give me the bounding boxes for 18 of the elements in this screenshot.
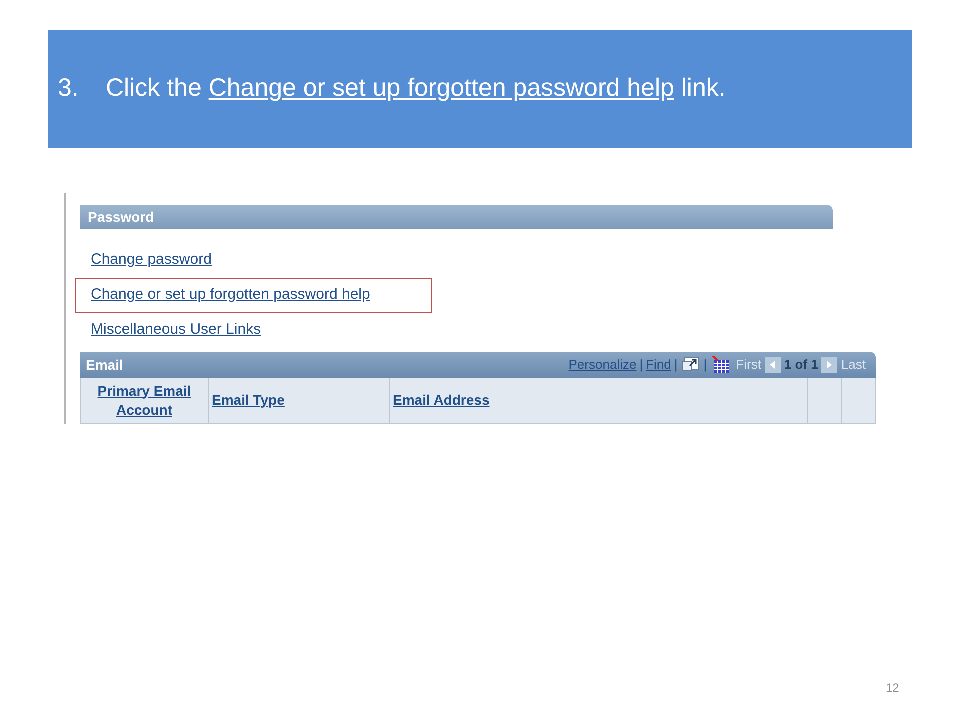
row-counter: 1 of 1 <box>784 356 818 374</box>
new-window-icon[interactable] <box>682 357 700 373</box>
separator: | <box>674 356 678 374</box>
nav-label: First <box>736 356 762 374</box>
separator: | <box>640 356 644 374</box>
column-header[interactable]: Email Type <box>212 391 285 410</box>
nav-label: Last <box>841 356 866 374</box>
separator: | <box>704 356 708 374</box>
step-number: 3. <box>58 73 80 104</box>
grid-icon[interactable] <box>712 356 730 374</box>
step-text: Click the Change or set up forgotten password help link. <box>106 73 726 104</box>
column-header[interactable]: Primary Email Account <box>81 382 208 420</box>
grid-title: Email <box>86 356 124 374</box>
section-header: Password <box>80 205 833 229</box>
password-link[interactable]: Miscellaneous User Links <box>91 319 262 342</box>
page-number: 12 <box>886 680 900 697</box>
column-header[interactable]: Email Address <box>393 391 490 410</box>
password-link[interactable]: Change password <box>91 249 212 272</box>
